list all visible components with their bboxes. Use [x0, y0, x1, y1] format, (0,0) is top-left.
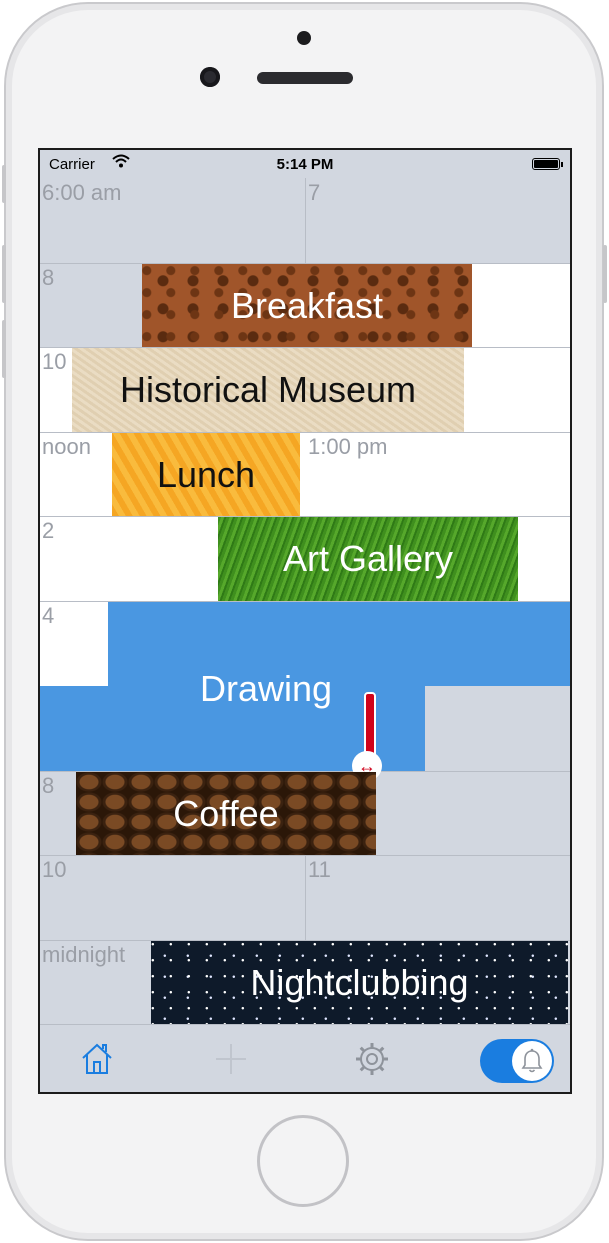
event-nightclubbing[interactable]: Nightclubbing: [151, 941, 568, 1024]
hour-label: 7: [308, 180, 321, 205]
hour-label: 6:00 am: [42, 180, 122, 205]
mute-switch: [2, 165, 6, 203]
hour-label: 8: [42, 265, 55, 290]
status-time: 5:14 PM: [276, 156, 334, 173]
event-label: Nightclubbing: [250, 961, 469, 1003]
event-breakfast[interactable]: Breakfast: [142, 264, 472, 347]
event-lunch[interactable]: Lunch: [112, 433, 300, 516]
event-coffee[interactable]: Coffee: [76, 772, 376, 855]
home-icon[interactable]: [77, 1039, 117, 1079]
front-camera: [200, 67, 220, 87]
screen: Carrier 5:14 PM 6:00 am 7 8 10 noon 1:00: [38, 148, 572, 1094]
proximity-sensor: [297, 31, 311, 45]
hour-label: 10: [42, 857, 67, 882]
event-label: Lunch: [156, 453, 256, 495]
volume-up-button: [2, 245, 6, 303]
tab-bar: [40, 1024, 570, 1092]
home-button[interactable]: [257, 1115, 349, 1207]
hour-label: 10: [42, 349, 67, 374]
hour-label: 1:00 pm: [308, 434, 388, 459]
alarm-toggle[interactable]: [480, 1039, 554, 1083]
power-button: [603, 245, 607, 303]
event-historical-museum[interactable]: Historical Museum: [72, 348, 464, 432]
hour-label: 11: [308, 857, 331, 882]
event-label: Breakfast: [230, 284, 384, 326]
event-drawing-label[interactable]: Drawing: [200, 668, 332, 710]
earpiece-speaker: [257, 72, 353, 84]
gear-icon[interactable]: [352, 1039, 392, 1079]
event-label: Coffee: [173, 792, 279, 834]
volume-down-button: [2, 320, 6, 378]
bell-icon: [512, 1041, 552, 1081]
event-label: Art Gallery: [282, 538, 454, 579]
hour-label: noon: [42, 434, 91, 459]
hour-label: 4: [42, 603, 55, 628]
status-bar: Carrier 5:14 PM: [40, 150, 570, 178]
event-label: Historical Museum: [119, 369, 417, 410]
battery-icon: [532, 158, 563, 170]
hour-label: 2: [42, 518, 55, 543]
hour-label: midnight: [42, 942, 126, 967]
day-schedule: 6:00 am 7 8 10 noon 1:00 pm 2 4 8 10 11 …: [40, 178, 570, 1024]
plus-icon[interactable]: [211, 1039, 251, 1079]
hour-label: 8: [42, 773, 55, 798]
event-art-gallery[interactable]: Art Gallery: [218, 517, 518, 601]
